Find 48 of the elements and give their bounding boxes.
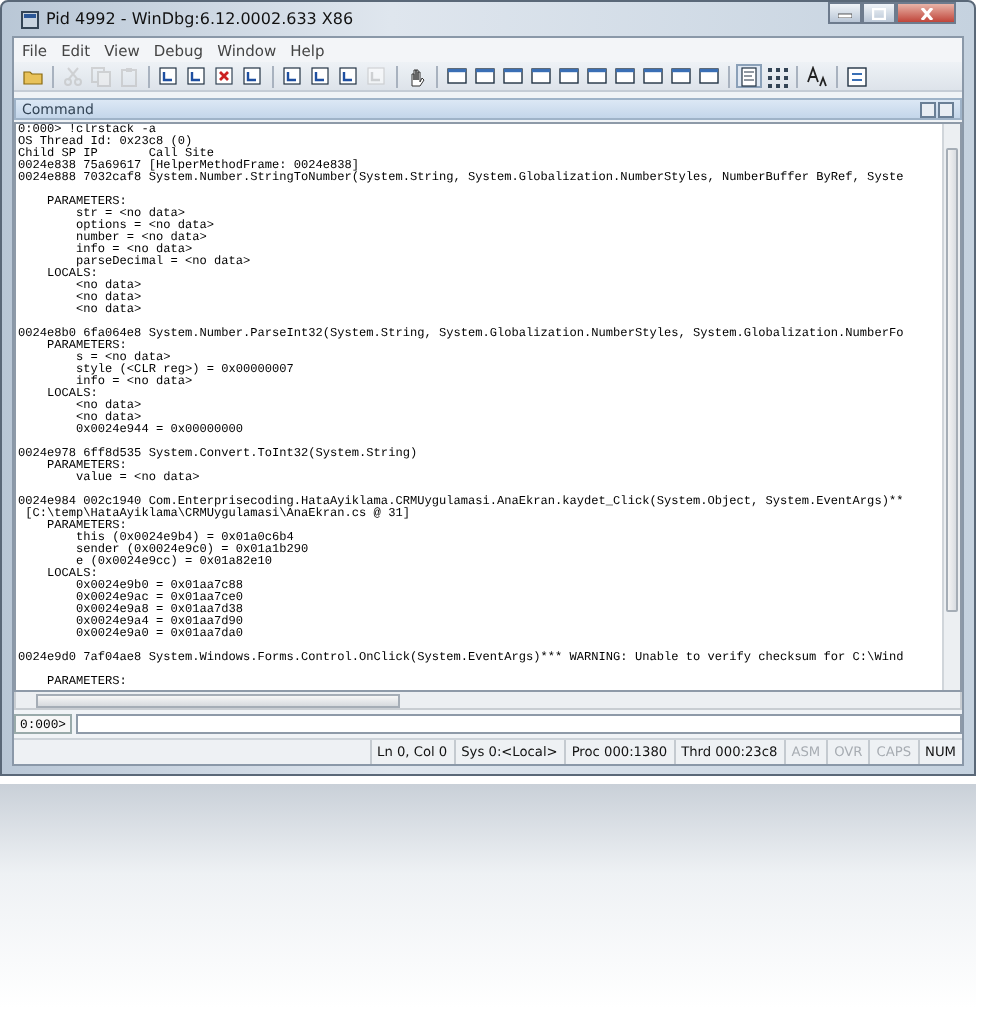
- window-icon: [502, 65, 524, 87]
- source-mode-icon: [738, 65, 760, 87]
- maximize-icon: [872, 7, 886, 19]
- window-icon: [698, 65, 720, 87]
- pane-menu-button[interactable]: [920, 101, 936, 117]
- window-title: Pid 4992 - WinDbg:6.12.0002.633 X86: [46, 10, 356, 28]
- toolbar-button[interactable]: [764, 64, 790, 88]
- font-size-icon: [806, 65, 828, 87]
- toolbar-button[interactable]: [280, 64, 306, 88]
- step-icon: [366, 65, 388, 87]
- window-icon: [474, 65, 496, 87]
- toolbar-button[interactable]: [156, 64, 182, 88]
- window-icon: [586, 65, 608, 87]
- grid-icon: [766, 65, 788, 87]
- toolbar-button[interactable]: [184, 64, 210, 88]
- close-button[interactable]: [896, 2, 956, 24]
- clipboard-icon: [118, 65, 140, 87]
- toolbar-button[interactable]: [308, 64, 334, 88]
- step-icon: [158, 65, 180, 87]
- copy-icon: [90, 65, 112, 87]
- step-icon: [310, 65, 332, 87]
- window-icon: [670, 65, 692, 87]
- window-icon: [642, 65, 664, 87]
- window-icon: [558, 65, 580, 87]
- pane-close-button[interactable]: [938, 101, 954, 117]
- minimize-button[interactable]: [828, 2, 862, 24]
- scissors-icon: [62, 65, 84, 87]
- toolbar-button[interactable]: [736, 64, 762, 88]
- minimize-icon: [838, 8, 852, 18]
- toolbar-button[interactable]: [336, 64, 362, 88]
- maximize-button[interactable]: [862, 2, 896, 24]
- command-input[interactable]: [76, 714, 962, 734]
- options-icon: [846, 65, 868, 87]
- close-icon: [919, 7, 933, 19]
- stop-icon: [214, 65, 236, 87]
- window-icon: [530, 65, 552, 87]
- vertical-scrollbar[interactable]: [942, 124, 960, 690]
- toolbar-button[interactable]: [240, 64, 266, 88]
- hand-icon: [406, 65, 428, 87]
- app-icon: [20, 9, 40, 29]
- step-icon: [186, 65, 208, 87]
- step-icon: [338, 65, 360, 87]
- step-icon: [282, 65, 304, 87]
- step-icon: [242, 65, 264, 87]
- window-icon: [614, 65, 636, 87]
- window-icon: [446, 65, 468, 87]
- horizontal-scrollbar[interactable]: [14, 692, 962, 710]
- toolbar-button[interactable]: [804, 64, 830, 88]
